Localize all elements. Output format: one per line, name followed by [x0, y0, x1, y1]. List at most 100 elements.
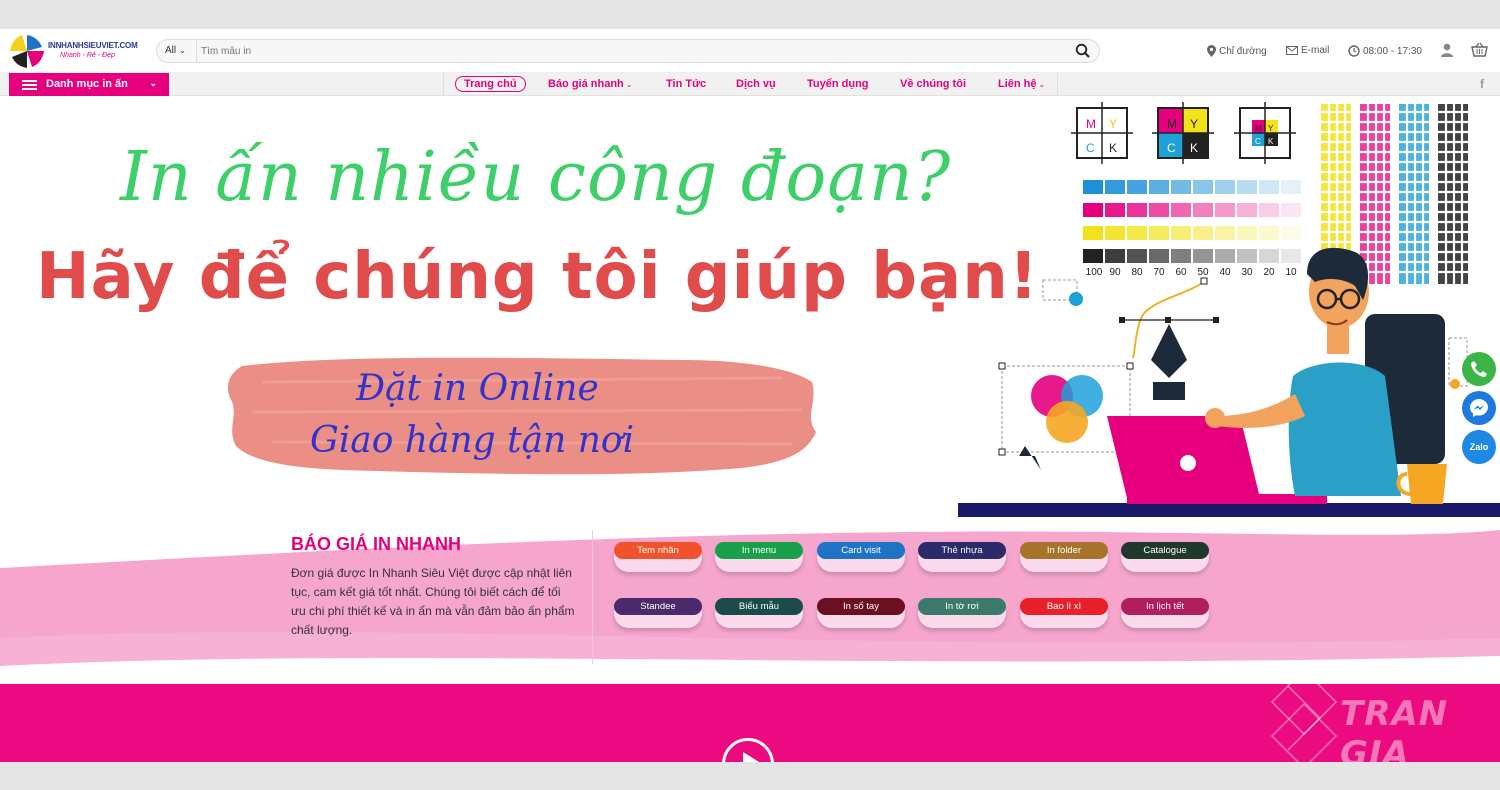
play-video-button[interactable]	[722, 738, 774, 762]
cmyk-y-label: Y	[1190, 117, 1198, 131]
chevron-down-icon: ⌄	[1038, 80, 1046, 89]
cmyk-c-label: C	[1167, 141, 1176, 155]
nav-item-news[interactable]: Tin Tức	[666, 78, 706, 90]
email-link[interactable]: E-mail	[1286, 45, 1329, 56]
envelope-icon	[1286, 46, 1298, 55]
quote-category-label: In sổ tay	[817, 598, 905, 615]
scale-label: 80	[1131, 267, 1143, 278]
search-icon[interactable]	[1075, 43, 1091, 59]
search-category-select[interactable]: All ⌄	[157, 40, 197, 62]
hero-headline: In ấn nhiều công đoạn?	[120, 138, 952, 217]
quote-category-button[interactable]: Catalogue	[1121, 542, 1209, 572]
chevron-down-icon: ⌄	[149, 78, 157, 88]
scale-label: 90	[1109, 267, 1121, 278]
nav-item-label: Liên hệ	[998, 78, 1037, 90]
quote-category-label: In tờ rơi	[918, 598, 1006, 615]
hours-label: 08:00 - 17:30	[1363, 45, 1422, 57]
nav-item-about[interactable]: Về chúng tôi	[900, 78, 966, 90]
section-description: Đơn giá được In Nhanh Siêu Việt được cập…	[291, 566, 575, 637]
nav-item-contact[interactable]: Liên hệ ⌄	[998, 78, 1045, 90]
nav-item-label: Báo giá nhanh	[548, 78, 624, 90]
directions-label: Chỉ đường	[1219, 45, 1267, 57]
pinwheel-logo-icon	[10, 35, 44, 68]
facebook-icon[interactable]: f	[1480, 77, 1484, 91]
quote-category-button[interactable]: In menu	[715, 542, 803, 572]
opening-hours: 08:00 - 17:30	[1348, 45, 1422, 57]
scale-label: 20	[1263, 267, 1275, 278]
quote-category-button[interactable]: Thẻ nhựa	[918, 542, 1006, 572]
logo-slogan: Nhanh - Rẻ - Đẹp	[60, 52, 115, 59]
messenger-button[interactable]	[1462, 391, 1496, 425]
cmyk-m-label: M	[1086, 117, 1096, 131]
chevron-down-icon: ⌄	[179, 46, 186, 55]
quote-category-label: Tem nhãn	[614, 542, 702, 559]
hamburger-icon	[22, 80, 37, 90]
cmyk-c-label: C	[1086, 141, 1095, 155]
quote-category-button[interactable]: In tờ rơi	[918, 598, 1006, 628]
nav-item-services[interactable]: Dịch vụ	[736, 78, 776, 90]
nav-item-label: Trang chủ	[464, 78, 517, 90]
quote-category-label: Thẻ nhựa	[918, 542, 1006, 559]
nav-item-label: Dịch vụ	[736, 78, 776, 90]
nav-item-careers[interactable]: Tuyển dụng	[807, 78, 869, 90]
scale-label: 70	[1153, 267, 1165, 278]
directions-link[interactable]: Chỉ đường	[1207, 45, 1267, 57]
search-input[interactable]	[201, 42, 1061, 60]
color-swatch-rows	[1083, 180, 1301, 263]
category-menu-button[interactable]: Danh mục in ấn ⌄	[9, 73, 169, 96]
shopping-basket-icon[interactable]	[1471, 42, 1488, 57]
main-navigation: Danh mục in ấn ⌄ Trang chủ Báo giá nhanh…	[0, 73, 1500, 96]
category-menu-label: Danh mục in ấn	[46, 78, 128, 90]
scale-label: 10	[1285, 267, 1297, 278]
search-bar: All ⌄	[156, 39, 1100, 63]
nav-item-label: Tin Tức	[666, 78, 707, 90]
chevron-down-icon: ⌄	[625, 80, 633, 89]
cmyk-k-label: K	[1268, 137, 1274, 146]
quote-category-button[interactable]: Biểu mẫu	[715, 598, 803, 628]
quote-category-button[interactable]: Bao lì xì	[1020, 598, 1108, 628]
scale-label: 100	[1086, 267, 1103, 278]
quote-category-button[interactable]: Card visit	[817, 542, 905, 572]
nav-item-label: Tuyển dụng	[807, 78, 869, 90]
scale-label: 30	[1241, 267, 1253, 278]
quote-category-button[interactable]: Tem nhãn	[614, 542, 702, 572]
nav-menu: Trang chủ Báo giá nhanh ⌄ Tin Tức Dịch vụ…	[443, 73, 1058, 96]
hero-subheadline: Hãy để chúng tôi giúp bạn!	[36, 240, 1039, 314]
quote-category-button[interactable]: Standee	[614, 598, 702, 628]
scale-label: 40	[1219, 267, 1231, 278]
quote-category-label: Bao lì xì	[1020, 598, 1108, 615]
quote-category-button[interactable]: In sổ tay	[817, 598, 905, 628]
scale-label: 60	[1175, 267, 1187, 278]
logo-text: INNHANHSIEUVIET.COM	[48, 41, 138, 50]
section-title: BÁO GIÁ IN NHANH	[291, 534, 461, 554]
scale-label: 50	[1197, 267, 1209, 278]
cmyk-k-label: K	[1190, 141, 1198, 155]
messenger-icon	[1470, 399, 1488, 417]
quote-category-button[interactable]: In folder	[1020, 542, 1108, 572]
cmyk-m-label: M	[1167, 117, 1177, 131]
nav-item-label: Về chúng tôi	[900, 78, 966, 90]
cmyk-y-label: Y	[1268, 124, 1274, 133]
quote-category-label: Biểu mẫu	[715, 598, 803, 615]
quote-category-label: Standee	[614, 598, 702, 615]
bottom-margin	[0, 762, 1500, 790]
cmyk-c-label: C	[1255, 137, 1261, 146]
nav-item-quick-quote[interactable]: Báo giá nhanh ⌄	[548, 78, 632, 90]
quote-category-button[interactable]: In lịch tết	[1121, 598, 1209, 628]
site-logo[interactable]: INNHANHSIEUVIET.COM Nhanh - Rẻ - Đẹp	[8, 31, 138, 71]
quote-category-label: In menu	[715, 542, 803, 559]
phone-call-button[interactable]	[1462, 352, 1496, 386]
search-category-value: All	[165, 45, 177, 56]
quote-category-label: In folder	[1020, 542, 1108, 559]
user-account-icon[interactable]	[1440, 43, 1454, 57]
quote-category-label: In lịch tết	[1121, 598, 1209, 615]
quote-category-label: Catalogue	[1121, 542, 1209, 559]
cmyk-registration-marks: M Y C K M Y C K M Y C K	[1071, 102, 1296, 164]
brush-text-online: Đặt in Online	[356, 368, 599, 409]
quote-category-label: Card visit	[817, 542, 905, 559]
site-header: INNHANHSIEUVIET.COM Nhanh - Rẻ - Đẹp All…	[0, 29, 1500, 73]
zalo-button[interactable]: Zalo	[1462, 430, 1496, 464]
nav-item-home[interactable]: Trang chủ	[455, 76, 526, 92]
top-margin	[0, 0, 1500, 29]
hero-banner[interactable]: In ấn nhiều công đoạn? Hãy để chúng tôi …	[0, 96, 1500, 520]
